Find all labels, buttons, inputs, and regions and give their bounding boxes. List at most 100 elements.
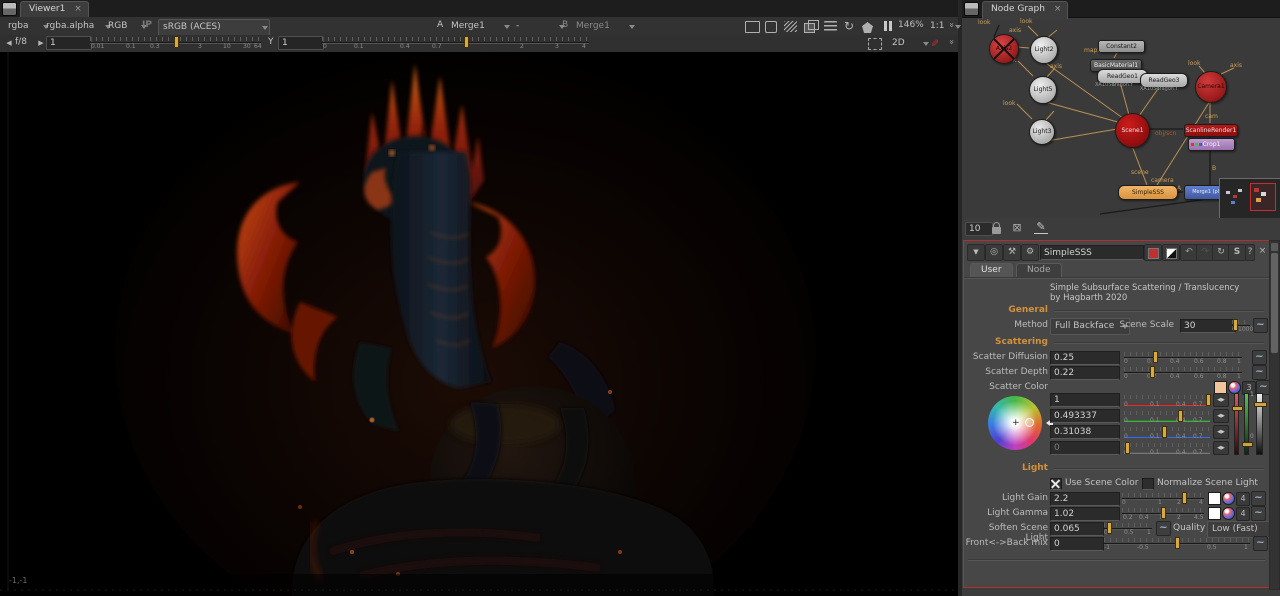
scatter-diffusion-slider[interactable]: 0 0.2 0.4 0.6 0.8 1 xyxy=(1124,351,1242,365)
color-wheel[interactable]: + xyxy=(988,396,1042,450)
animation-button[interactable]: ~ xyxy=(1251,491,1266,506)
color-picker-icon[interactable] xyxy=(1222,507,1235,520)
node-simplesss[interactable]: SimpleSSS xyxy=(1118,185,1178,200)
scrollbar-up-arrow[interactable] xyxy=(1271,243,1278,251)
blend-dropdown[interactable]: - xyxy=(512,19,566,34)
node-color-button[interactable] xyxy=(1144,244,1162,261)
mix-slider[interactable]: -1 -0.5 0.5 1 xyxy=(1104,537,1250,551)
tab-node[interactable]: Node xyxy=(1016,263,1062,278)
profile-button[interactable] xyxy=(1162,244,1180,261)
diffusion-marker[interactable] xyxy=(1153,351,1158,363)
nudge-buttons[interactable]: ◀▶ xyxy=(1213,425,1229,439)
node-scene1[interactable]: Scene1 xyxy=(1115,113,1150,148)
normalize-scene-light-checkbox[interactable] xyxy=(1142,478,1154,490)
light-gamma-swatch[interactable] xyxy=(1208,507,1221,520)
gain-input[interactable] xyxy=(46,36,92,50)
tab-close-icon[interactable]: × xyxy=(74,4,82,14)
animation-button[interactable]: ~ xyxy=(1252,350,1267,365)
gain-marker[interactable] xyxy=(174,36,179,48)
light-gain-slider[interactable]: 0 1 2 4 xyxy=(1122,492,1204,506)
node-name-input[interactable] xyxy=(1040,245,1144,260)
soften-slider[interactable]: 0 0.5 1 xyxy=(1104,522,1152,536)
animation-button[interactable]: ~ xyxy=(1251,506,1266,521)
manage-knobs-icon[interactable]: ⚒ xyxy=(1003,244,1021,261)
node-constant2[interactable]: Constant2 xyxy=(1098,40,1145,53)
format-icon[interactable] xyxy=(765,21,777,33)
alpha-marker[interactable] xyxy=(1125,442,1130,454)
max-panels-input[interactable] xyxy=(965,222,993,236)
close-panel-icon[interactable]: × xyxy=(1258,244,1267,259)
scale-marker[interactable] xyxy=(1233,319,1238,331)
channel-count-button[interactable]: 4 xyxy=(1236,492,1250,506)
green-marker[interactable] xyxy=(1178,410,1183,422)
channel-count-button[interactable]: 4 xyxy=(1236,507,1250,521)
collapse-toolbar-icon[interactable]: » xyxy=(945,18,957,32)
pane-split-icon[interactable] xyxy=(2,2,17,16)
help-icon[interactable]: ? xyxy=(1245,244,1255,261)
proxy-icon[interactable] xyxy=(862,22,873,33)
gamma-slider[interactable]: 0 0.1 0.4 0.7 1 2 3 4 xyxy=(322,36,589,50)
node-camera1[interactable]: Camera1 xyxy=(1195,71,1227,103)
animation-button[interactable]: ~ xyxy=(1253,536,1268,551)
lock-panels-icon[interactable] xyxy=(992,227,1001,234)
green-slider[interactable]: 0 0.1 0.4 0.7 xyxy=(1124,410,1210,424)
scatter-depth-input[interactable] xyxy=(1050,366,1120,380)
node-light5[interactable]: Light5 xyxy=(1029,76,1057,104)
light-gain-input[interactable] xyxy=(1050,492,1120,506)
nudge-buttons[interactable]: ◀▶ xyxy=(1213,409,1229,423)
node-axis2[interactable]: Axis2 xyxy=(989,34,1019,64)
center-node-icon[interactable]: ◎ xyxy=(985,244,1003,261)
guides-icon[interactable] xyxy=(824,21,837,31)
pause-icon[interactable] xyxy=(882,21,895,31)
depth-marker[interactable] xyxy=(1150,366,1155,378)
scatter-diffusion-input[interactable] xyxy=(1050,351,1120,365)
node-light3[interactable]: Light3 xyxy=(1029,119,1055,145)
roi-icon[interactable] xyxy=(868,38,882,50)
node-graph-minimap[interactable] xyxy=(1219,178,1280,218)
tab-close-icon[interactable]: × xyxy=(1054,4,1062,14)
gain-marker[interactable] xyxy=(1182,492,1187,504)
light-gain-swatch[interactable] xyxy=(1208,492,1221,505)
scene-scale-slider[interactable]: 0 1000 xyxy=(1232,319,1250,333)
collapse-toolbar-icon[interactable]: » xyxy=(945,35,957,49)
paint-icon[interactable]: ✎ xyxy=(927,36,939,50)
animation-button[interactable]: ~ xyxy=(1253,318,1268,333)
animation-button[interactable]: ~ xyxy=(1252,365,1267,380)
prev-icon[interactable]: ◀ xyxy=(2,37,16,49)
input-process-toggle[interactable]: IP xyxy=(142,20,152,30)
minimap-viewport[interactable] xyxy=(1250,183,1276,211)
layer-dropdown[interactable]: rgba.alpha xyxy=(42,19,112,34)
node-graph-canvas[interactable]: look axis look look axis look mapS look … xyxy=(962,17,1280,218)
refresh-icon[interactable]: ↻ xyxy=(842,20,856,32)
gamma-marker[interactable] xyxy=(1161,507,1166,519)
tab-user[interactable]: User xyxy=(970,263,1013,278)
soften-marker[interactable] xyxy=(1107,522,1112,534)
a-input-dropdown[interactable]: Merge1 xyxy=(447,19,511,34)
use-scene-color-checkbox[interactable] xyxy=(1050,478,1062,490)
scene-scale-input[interactable] xyxy=(1180,319,1236,333)
settings-icon[interactable]: ⚙ xyxy=(1021,244,1039,261)
alpha-slider[interactable]: 0 0.1 0.4 0.7 xyxy=(1124,442,1210,456)
wheel-marker[interactable] xyxy=(1025,418,1034,427)
v-handle[interactable] xyxy=(1232,406,1243,411)
node-crop1[interactable]: Crop1 xyxy=(1188,138,1235,151)
gamma-input[interactable] xyxy=(278,36,324,50)
green-input[interactable] xyxy=(1050,409,1120,423)
layers-icon[interactable] xyxy=(804,21,817,31)
blue-slider[interactable]: 0 0.1 0.4 0.7 xyxy=(1124,426,1210,440)
gate-display-icon[interactable] xyxy=(745,21,760,33)
close-all-panels-icon[interactable]: ⊠ xyxy=(1010,222,1024,234)
light-gamma-input[interactable] xyxy=(1050,507,1120,521)
view-mode-dropdown[interactable]: 2D xyxy=(888,36,930,51)
scrollbar-thumb[interactable] xyxy=(1271,253,1278,353)
soften-input[interactable] xyxy=(1050,522,1104,536)
vertical-color-sliders[interactable]: 1 0 xyxy=(1232,393,1266,455)
v-handle[interactable] xyxy=(1242,442,1253,447)
animation-button[interactable]: ~ xyxy=(1156,521,1171,536)
viewer-canvas[interactable]: -1,-1 xyxy=(0,52,958,596)
aperture-label[interactable]: f/8 xyxy=(15,37,27,47)
gain-slider[interactable]: 0.01 0.1 0.3 1 3 10 30 64 xyxy=(90,36,261,50)
mix-input[interactable] xyxy=(1050,537,1104,551)
collapse-panel-icon[interactable]: ▼ xyxy=(967,244,985,261)
lut-dropdown[interactable]: sRGB (ACES) xyxy=(158,19,270,36)
